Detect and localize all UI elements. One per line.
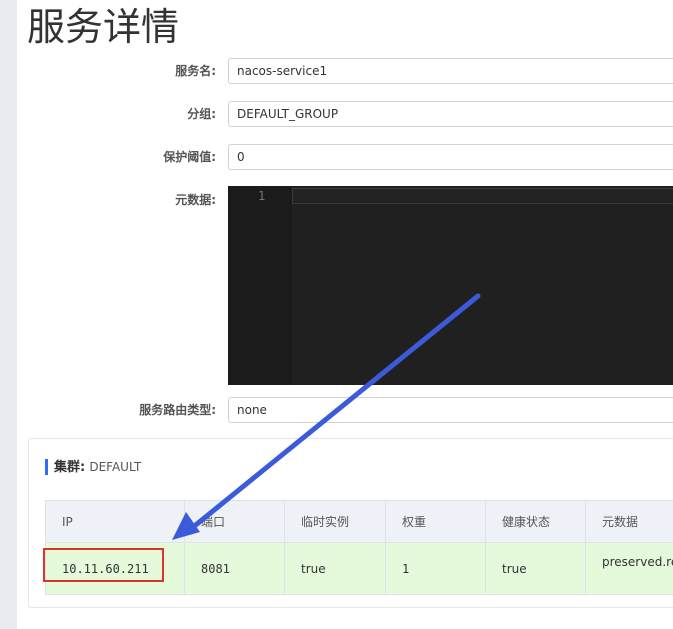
editor-line-number: 1 bbox=[258, 189, 266, 203]
cell-ephemeral: true bbox=[284, 542, 386, 595]
column-header-weight: 权重 bbox=[385, 500, 486, 543]
group-label: 分组: bbox=[187, 107, 216, 121]
editor-gutter: 1 bbox=[228, 186, 292, 385]
cluster-heading: 集群: DEFAULT bbox=[45, 459, 141, 475]
cluster-name: DEFAULT bbox=[89, 460, 142, 474]
page-title: 服务详情 bbox=[27, 5, 180, 49]
cluster-heading-label: 集群: bbox=[54, 460, 86, 475]
cell-port: 8081 bbox=[184, 542, 285, 595]
protect-threshold-label: 保护阈值: bbox=[163, 150, 216, 164]
cell-ip: 10.11.60.211 bbox=[45, 542, 185, 595]
selector-type-label: 服务路由类型: bbox=[139, 403, 216, 417]
column-header-ephemeral: 临时实例 bbox=[284, 500, 386, 543]
group-field[interactable]: DEFAULT_GROUP bbox=[228, 101, 673, 127]
protect-threshold-field[interactable]: 0 bbox=[228, 144, 673, 170]
column-header-metadata: 元数据 bbox=[585, 500, 673, 543]
service-name-field[interactable]: nacos-service1 bbox=[228, 58, 673, 84]
cell-metadata: preserved.re bbox=[585, 542, 673, 595]
left-sidebar-strip bbox=[0, 0, 17, 629]
column-header-port: 端口 bbox=[184, 500, 285, 543]
instance-table: IP 端口 临时实例 权重 健康状态 元数据 10.11.60.211 8081… bbox=[45, 500, 673, 595]
cell-weight: 1 bbox=[385, 542, 486, 595]
metadata-code-editor[interactable]: 1 bbox=[228, 186, 673, 385]
table-header-row: IP 端口 临时实例 权重 健康状态 元数据 bbox=[45, 500, 673, 543]
cell-healthy: true bbox=[485, 542, 586, 595]
table-row: 10.11.60.211 8081 true 1 true preserved.… bbox=[45, 542, 673, 595]
editor-active-line bbox=[292, 188, 673, 204]
service-name-label: 服务名: bbox=[175, 64, 216, 78]
metadata-label: 元数据: bbox=[175, 193, 216, 207]
column-header-healthy: 健康状态 bbox=[485, 500, 586, 543]
selector-type-field[interactable]: none bbox=[228, 397, 673, 423]
column-header-ip: IP bbox=[45, 500, 185, 543]
